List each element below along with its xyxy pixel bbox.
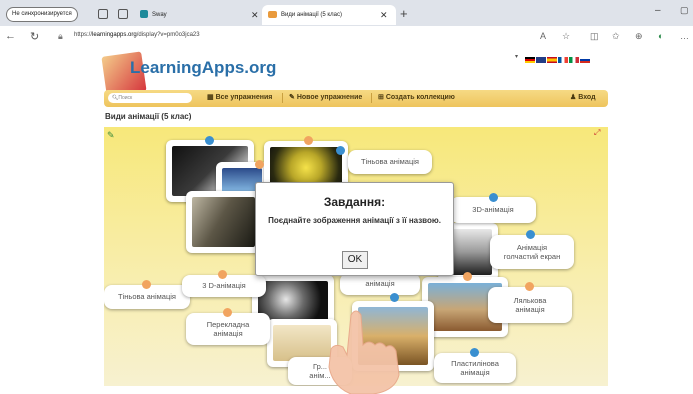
label-text: Тіньова анімація [361, 157, 419, 167]
label-text: Пластилінова анімація [451, 358, 499, 377]
url-path: /display?v=pm0o3jca23 [136, 32, 200, 38]
menu-more-icon[interactable]: … [680, 31, 689, 41]
search-input[interactable]: 🔍︎Поиск [108, 93, 192, 103]
connector-dot[interactable] [218, 270, 227, 279]
label-card[interactable]: Перекладна анімація [186, 313, 270, 345]
dialog-text: Поєднайте зображення анімації з її назво… [268, 216, 441, 225]
minimize-icon[interactable]: – [655, 5, 661, 16]
split-screen-icon[interactable]: ◫ [590, 31, 599, 42]
image-card[interactable] [186, 191, 261, 253]
new-exercise-link[interactable]: ✎ Новое упражнение [289, 93, 362, 103]
maximize-icon[interactable]: ▢ [680, 5, 689, 16]
tab-active[interactable]: Види анімації (5 клас) [262, 5, 396, 25]
user-icon: ♟ [570, 94, 579, 101]
create-collection-label: Создать коллекцию [385, 94, 455, 101]
flag-de-icon[interactable] [525, 57, 535, 63]
create-collection-link[interactable]: ⊞ Создать коллекцию [378, 93, 455, 103]
search-placeholder: Поиск [118, 95, 133, 101]
favorite-star-icon[interactable]: ☆ [562, 31, 570, 42]
pencil-icon: ✎ [289, 94, 297, 101]
flag-it-icon[interactable] [569, 57, 579, 63]
flag-fr-icon[interactable] [558, 57, 568, 63]
extensions-icon[interactable]: ◐ [658, 31, 663, 41]
lock-icon[interactable]: 🔒︎ [58, 31, 63, 42]
label-text: 3 D-анімація [202, 281, 246, 291]
tab-title: Види анімації (5 клас) [281, 12, 342, 18]
all-exercises-label: Все упражнения [215, 94, 273, 101]
label-text: Анімація голчастий екран [503, 242, 561, 261]
tab-actions-icon[interactable] [118, 9, 128, 19]
connector-dot[interactable] [304, 136, 313, 145]
refresh-icon[interactable]: ↻ [30, 30, 39, 43]
url-field[interactable]: https://learningapps.org/display?v=pm0o3… [74, 32, 200, 38]
edit-icon[interactable]: ✎ [107, 130, 115, 141]
label-card[interactable]: Анімація голчастий екран [490, 235, 574, 269]
site-logo[interactable]: LearningApps.org [130, 58, 276, 78]
all-exercises-link[interactable]: ▦ Все упражнения [207, 93, 272, 103]
collection-icon: ⊞ [378, 94, 386, 101]
connector-dot[interactable] [390, 293, 399, 302]
label-text: анімація [365, 279, 395, 289]
connector-dot[interactable] [205, 136, 214, 145]
task-dialog: Завдання: Поєднайте зображення анімації … [255, 182, 454, 276]
dialog-title: Завдання: [323, 195, 386, 209]
connector-dot[interactable] [255, 160, 264, 169]
read-aloud-icon[interactable]: A [540, 31, 546, 41]
label-text: 3D-анімація [472, 205, 514, 215]
label-card[interactable]: Тіньова анімація [348, 150, 432, 174]
login-link[interactable]: ♟ Вход [570, 93, 596, 103]
divider [371, 93, 372, 103]
connector-dot[interactable] [526, 230, 535, 239]
url-scheme: https:// [74, 32, 93, 38]
new-exercise-label: Новое упражнение [296, 94, 363, 101]
close-tab-icon[interactable]: ✕ [251, 10, 259, 21]
label-card[interactable]: Лялькова анімація [488, 287, 572, 323]
sway-favicon-icon [140, 10, 148, 19]
label-card[interactable]: анімація [340, 273, 420, 295]
workspaces-icon[interactable] [98, 9, 108, 19]
collections-icon[interactable]: ⊕ [635, 31, 643, 42]
dropdown-icon[interactable]: ▾ [515, 53, 518, 60]
label-card[interactable]: Пластилінова анімація [434, 353, 516, 383]
flag-ru-icon[interactable] [580, 57, 590, 63]
label-text: Тіньова анімація [118, 292, 176, 302]
divider [282, 93, 283, 103]
grid-icon: ▦ [207, 94, 216, 101]
close-tab-icon[interactable]: ✕ [380, 10, 388, 21]
tab-title: Sway [152, 12, 167, 18]
connector-dot[interactable] [470, 348, 479, 357]
page-title: Види анімації (5 клас) [105, 112, 192, 121]
new-tab-button[interactable]: + [400, 6, 408, 21]
profile-sync-button[interactable]: Не синхронизируется [6, 7, 78, 22]
hand-pointer-icon [328, 310, 400, 394]
url-host: learningapps.org [92, 32, 137, 38]
login-label: Вход [578, 94, 596, 101]
back-icon[interactable]: ← [5, 30, 16, 42]
ok-button[interactable]: OK [342, 251, 368, 269]
label-text: Перекладна анімація [206, 319, 250, 338]
connector-dot[interactable] [336, 146, 345, 155]
connector-dot[interactable] [489, 193, 498, 202]
flag-uk-icon[interactable] [536, 57, 546, 63]
connector-dot[interactable] [223, 308, 232, 317]
language-flags[interactable]: ▾ [515, 53, 591, 63]
tab-sway[interactable]: Sway [140, 5, 258, 25]
favorites-icon[interactable]: ✩ [612, 31, 620, 42]
connector-dot[interactable] [463, 272, 472, 281]
flag-es-icon[interactable] [547, 57, 557, 63]
connector-dot[interactable] [142, 280, 151, 289]
learningapps-favicon-icon [268, 10, 277, 18]
fullscreen-icon[interactable]: ⤢ [594, 128, 600, 138]
label-text: Лялькова анімація [513, 295, 547, 314]
connector-dot[interactable] [525, 282, 534, 291]
